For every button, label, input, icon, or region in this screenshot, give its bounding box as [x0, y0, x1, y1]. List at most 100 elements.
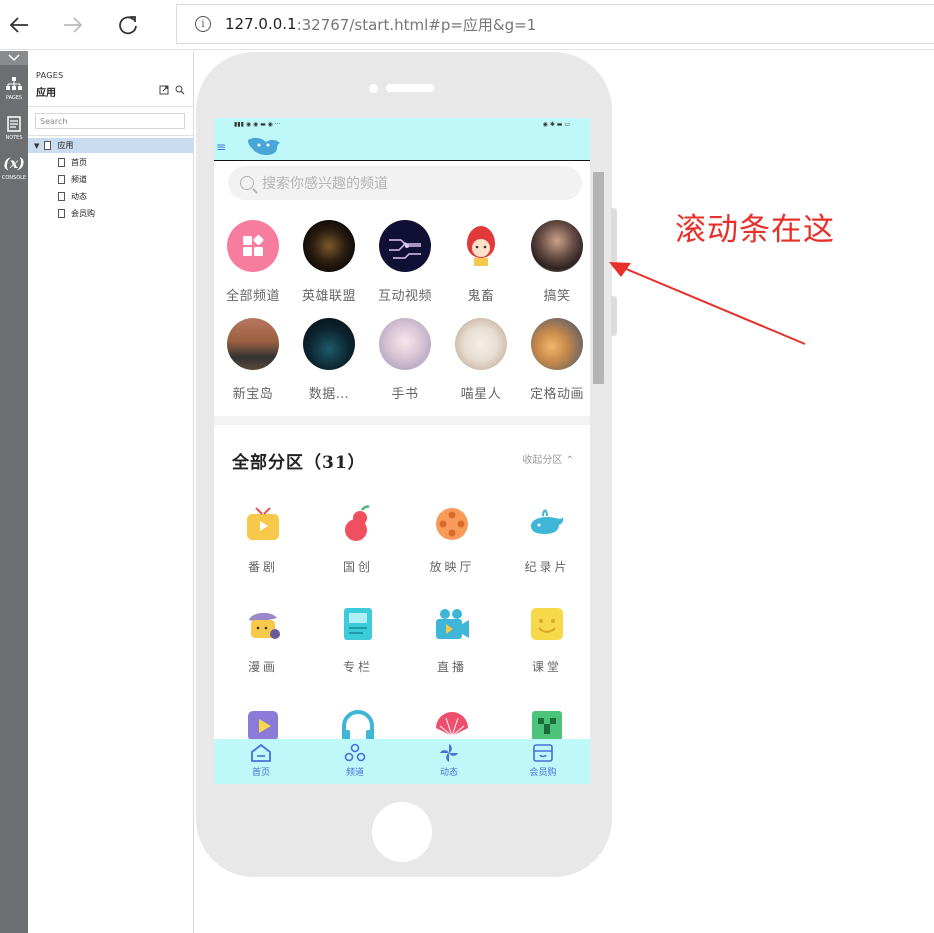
channel-search-input[interactable]: 搜索你感兴趣的频道 [228, 166, 582, 200]
tab-membership[interactable]: 会员购 [496, 739, 590, 784]
rail-label: NOTES [5, 135, 23, 141]
tab-label: 动态 [439, 768, 458, 778]
notes-icon [5, 115, 23, 133]
rail-label: CONSOLE [1, 175, 27, 181]
tree-item-label: 会员购 [71, 208, 95, 218]
category-cinema[interactable]: 放映厅 [412, 504, 492, 575]
beret-face-icon [249, 612, 280, 639]
tree-item-label: 应用 [57, 141, 74, 150]
channel-avatar [531, 220, 583, 272]
shopping-box-icon [533, 744, 553, 762]
tree-item-membership[interactable]: 会员购 [58, 206, 95, 220]
tree-item-dynamic[interactable]: 动态 [58, 189, 87, 203]
rail-console[interactable]: (x) CONSOLE [0, 155, 28, 181]
back-arrow-icon[interactable] [2, 8, 36, 42]
category-name: 课堂 [531, 660, 562, 674]
channel-handwriting[interactable]: 手书 [370, 318, 440, 402]
channel-kichiku[interactable]: 鬼畜 [446, 220, 516, 304]
pages-search-input[interactable]: Search [35, 113, 185, 129]
tab-home[interactable]: 首页 [214, 739, 308, 784]
category-documentary[interactable]: 纪录片 [507, 504, 587, 575]
page-icon [58, 157, 65, 167]
bottom-tab-bar: 首页 频道 动态 会员购 [214, 739, 590, 784]
battery-icon: ◉ ✱ ▬ ▭ [542, 120, 570, 128]
search-placeholder: 搜索你感兴趣的频道 [262, 176, 388, 192]
channel-name: 数据… [308, 387, 350, 402]
category-name: 放映厅 [429, 560, 475, 574]
annotation-arrow-icon [609, 262, 806, 345]
signal-icon: ▮▮▮ ◉ ◉ ▬ ◉ ··· [234, 120, 281, 128]
search-map-icon[interactable] [175, 85, 185, 98]
channel-cats[interactable]: 喵星人 [446, 318, 516, 402]
tv-icon [247, 507, 279, 540]
current-page-name: 应用 [36, 88, 56, 99]
tree-item-home[interactable]: 首页 [58, 155, 87, 169]
divider [28, 135, 193, 136]
panel-title: PAGES [36, 71, 64, 80]
reload-icon[interactable] [111, 8, 145, 42]
phone-home-button[interactable] [372, 802, 432, 862]
category-live[interactable]: 直播 [412, 604, 492, 675]
gourd-icon [345, 505, 370, 541]
annotation-text: 滚动条在这 [675, 212, 835, 248]
category-guochuang[interactable]: 国创 [318, 504, 398, 575]
address-bar[interactable]: i 127.0.0.1:32767/start.html#p=应用&g=1 [176, 4, 934, 44]
tab-channel[interactable]: 频道 [308, 739, 402, 784]
category-classroom[interactable]: 课堂 [507, 604, 587, 675]
collapse-chevron-icon[interactable] [0, 51, 28, 65]
rail-pages[interactable]: PAGES [0, 75, 28, 101]
page-icon [58, 191, 65, 201]
channel-stopmotion[interactable]: 定格动画 [522, 318, 590, 402]
channel-avatar [379, 318, 431, 370]
tab-dynamic[interactable]: 动态 [402, 739, 496, 784]
channel-avatar [227, 318, 279, 370]
expand-triangle-icon[interactable]: ▼ [34, 142, 39, 150]
rail-notes[interactable]: NOTES [0, 115, 28, 141]
tree-item-channel[interactable]: 频道 [58, 172, 87, 186]
house-icon [251, 743, 271, 762]
open-external-icon[interactable] [159, 85, 169, 98]
page-icon [58, 174, 65, 184]
forward-arrow-icon[interactable] [56, 8, 90, 42]
film-reel-icon [436, 508, 468, 540]
tree-item-label: 动态 [71, 191, 87, 201]
channel-data[interactable]: 数据… [294, 318, 364, 402]
channel-name: 搞笑 [543, 289, 571, 304]
category-anime[interactable]: 番剧 [223, 504, 303, 575]
collapse-sections-link[interactable]: 收起分区 ⌃ [522, 451, 574, 466]
category-name: 漫画 [247, 660, 278, 674]
channel-name: 定格动画 [529, 387, 584, 402]
channel-avatar [379, 220, 431, 272]
channel-avatar [303, 318, 355, 370]
site-info-icon[interactable]: i [195, 16, 211, 32]
tab-label: 频道 [345, 768, 364, 778]
page-scrollbar-thumb[interactable] [593, 172, 604, 384]
phone-speaker [386, 84, 434, 92]
axure-left-rail: PAGES NOTES (x) CONSOLE [0, 51, 28, 933]
channel-taiwan[interactable]: 新宝岛 [218, 318, 288, 402]
category-column[interactable]: 专栏 [318, 604, 398, 675]
channel-lol[interactable]: 英雄联盟 [294, 220, 364, 304]
browser-toolbar: i 127.0.0.1:32767/start.html#p=应用&g=1 [0, 0, 934, 50]
channel-all[interactable]: 全部频道 [218, 220, 288, 304]
menu-icon[interactable]: ≡ [216, 140, 226, 154]
page-icon [44, 141, 52, 150]
whale-icon [531, 509, 564, 534]
pinwheel-icon [440, 744, 458, 762]
bilibili-tv-logo-icon [248, 137, 280, 155]
channel-interactive[interactable]: 互动视频 [370, 220, 440, 304]
variable-icon: (x) [3, 156, 25, 172]
url-host: 127.0.0.1 [225, 15, 297, 33]
channel-name: 手书 [391, 387, 419, 402]
section-title: 全部分区（31） [232, 453, 366, 473]
channel-funny[interactable]: 搞笑 [522, 220, 590, 304]
channel-avatar [455, 318, 507, 370]
category-name: 直播 [436, 660, 467, 674]
collapse-label: 收起分区 [522, 455, 563, 466]
tree-item-root[interactable]: ▼ 应用 [28, 138, 193, 153]
chevron-up-icon: ⌃ [565, 455, 574, 466]
channel-name: 全部频道 [225, 289, 280, 304]
category-comics[interactable]: 漫画 [223, 604, 303, 675]
channel-name: 鬼畜 [467, 289, 495, 304]
category-name: 番剧 [247, 560, 278, 574]
